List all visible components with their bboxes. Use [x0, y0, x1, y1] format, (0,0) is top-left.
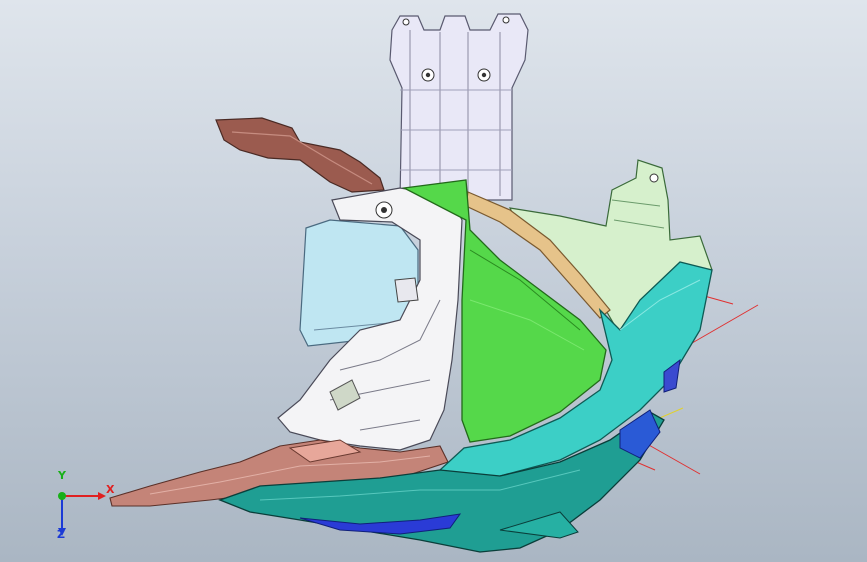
headlamp-model[interactable]	[0, 0, 867, 562]
y-axis-label: Y	[58, 469, 66, 482]
x-axis-label: X	[106, 483, 115, 496]
cad-viewport[interactable]: X Y Z	[0, 0, 867, 562]
brown-bracket-upper[interactable]	[215, 117, 385, 193]
coordinate-triad: X Y Z	[40, 469, 120, 548]
mounting-bracket-column[interactable]	[389, 13, 529, 201]
z-axis-label: Z	[57, 528, 65, 541]
